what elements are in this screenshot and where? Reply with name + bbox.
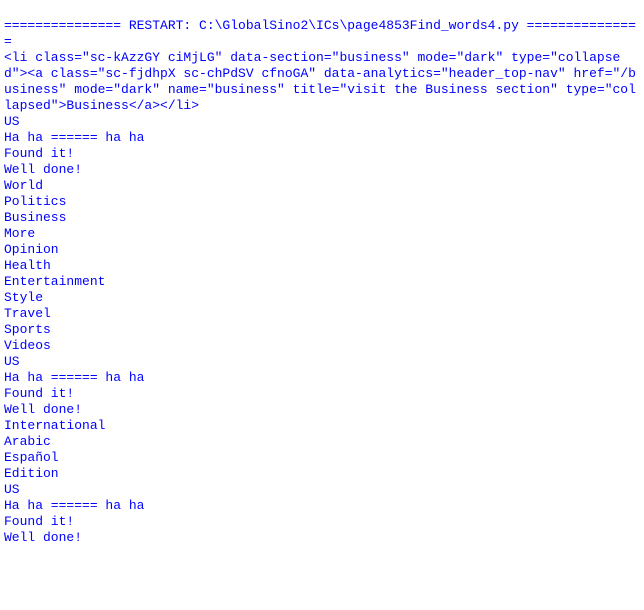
- output-line: Found it!: [4, 386, 640, 402]
- output-line: Español: [4, 450, 640, 466]
- output-line: Ha ha ====== ha ha: [4, 130, 640, 146]
- output-line: Videos: [4, 338, 640, 354]
- restart-banner: =============== RESTART: C:\GlobalSino2\…: [4, 18, 640, 50]
- output-line: International: [4, 418, 640, 434]
- output-line: Ha ha ====== ha ha: [4, 370, 640, 386]
- output-line: Opinion: [4, 242, 640, 258]
- output-line: US: [4, 482, 640, 498]
- python-shell-output: =============== RESTART: C:\GlobalSino2\…: [0, 0, 644, 548]
- output-line: Well done!: [4, 530, 640, 546]
- output-line: Sports: [4, 322, 640, 338]
- output-line: Politics: [4, 194, 640, 210]
- output-line: Arabic: [4, 434, 640, 450]
- output-line: Business: [4, 210, 640, 226]
- output-line: Found it!: [4, 514, 640, 530]
- output-line: Style: [4, 290, 640, 306]
- output-line: Edition: [4, 466, 640, 482]
- output-line: World: [4, 178, 640, 194]
- output-line: US: [4, 354, 640, 370]
- html-dump-line: <li class="sc-kAzzGY ciMjLG" data-sectio…: [4, 50, 640, 114]
- output-line: US: [4, 114, 640, 130]
- output-line: Well done!: [4, 162, 640, 178]
- output-line: Well done!: [4, 402, 640, 418]
- output-line: Health: [4, 258, 640, 274]
- output-line: Entertainment: [4, 274, 640, 290]
- output-line: Ha ha ====== ha ha: [4, 498, 640, 514]
- output-line: Travel: [4, 306, 640, 322]
- output-line: Found it!: [4, 146, 640, 162]
- output-line: More: [4, 226, 640, 242]
